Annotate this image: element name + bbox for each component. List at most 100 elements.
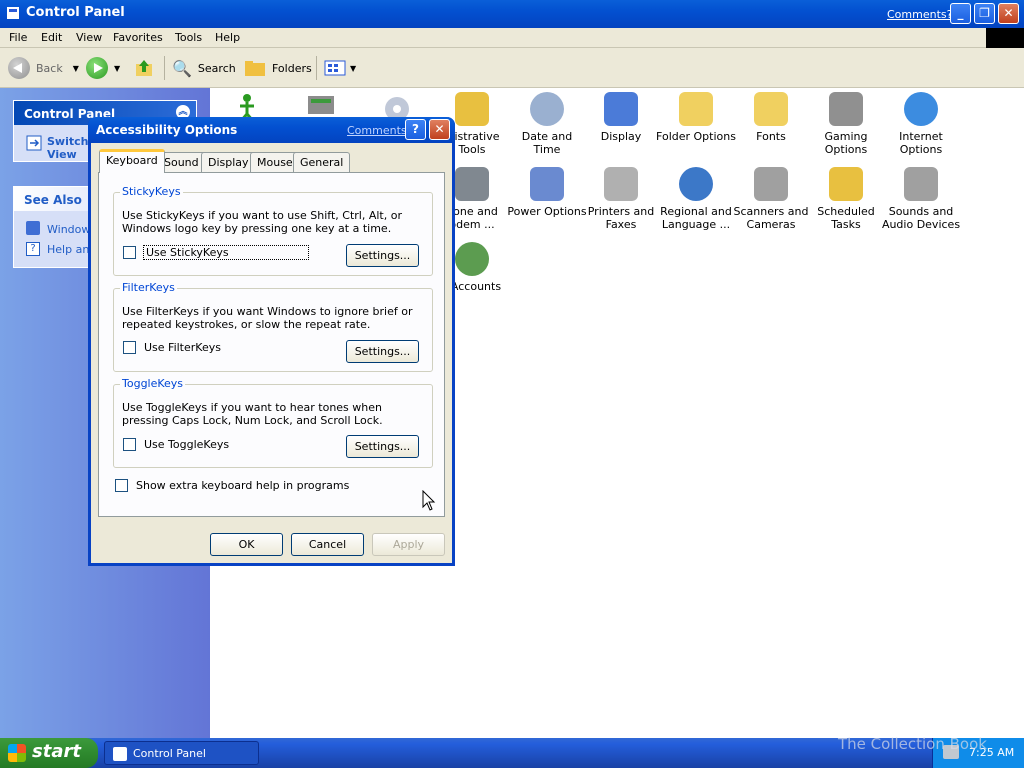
fonts-icon-item[interactable]: Fonts [731, 92, 811, 143]
scanner-camera-icon [754, 167, 788, 201]
scheduled-tasks-icon [829, 167, 863, 201]
windows-flag-icon [8, 744, 26, 762]
windows-update-icon [26, 221, 40, 235]
search-label: Search [197, 61, 236, 75]
fonts-folder-icon [754, 92, 788, 126]
search-icon: 🔍 [172, 58, 192, 78]
back-arrow-icon [8, 57, 30, 79]
stickykeys-description: Use StickyKeys if you want to use Shift,… [122, 209, 402, 235]
use-stickykeys-checkbox[interactable]: Use StickyKeys [123, 245, 309, 260]
minimize-button[interactable]: _ [950, 3, 971, 24]
up-folder-button[interactable] [134, 56, 154, 80]
add-hardware-icon[interactable] [304, 92, 338, 118]
administrative-tools-icon [455, 92, 489, 126]
chevron-down-icon[interactable]: ▼ [114, 64, 120, 73]
clock-calendar-icon [530, 92, 564, 126]
menu-edit[interactable]: Edit [41, 31, 62, 44]
folder-options-icon [679, 92, 713, 126]
dialog-titlebar[interactable]: Accessibility Options Comments? ? ✕ [88, 117, 455, 143]
accessibility-options-dialog: Accessibility Options Comments? ? ✕ Keyb… [88, 117, 455, 566]
display-icon-item[interactable]: Display [581, 92, 661, 143]
printers-and-faxes-icon-item[interactable]: Printers and Faxes [581, 167, 661, 231]
folders-icon [245, 61, 265, 76]
regional-globe-icon [679, 167, 713, 201]
back-button[interactable]: Back ▼ [8, 56, 79, 80]
stickykeys-label: StickyKeys [120, 185, 183, 198]
back-label: Back [36, 61, 63, 75]
apply-button[interactable]: Apply [372, 533, 445, 556]
tab-general[interactable]: General [293, 152, 351, 172]
switch-view-link[interactable]: Switch View [47, 135, 88, 161]
filterkeys-group: FilterKeys Use FilterKeys if you want Wi… [113, 281, 433, 372]
close-button[interactable]: ✕ [998, 3, 1019, 24]
mouse-cursor-icon [422, 490, 436, 511]
globe-icon [904, 92, 938, 126]
togglekeys-description: Use ToggleKeys if you want to hear tones… [122, 401, 383, 427]
switch-view-icon [26, 135, 42, 151]
tab-display[interactable]: Display [201, 152, 256, 172]
menu-view[interactable]: View [76, 31, 102, 44]
filterkeys-settings-button[interactable]: Settings... [346, 340, 419, 363]
user-accounts-icon [455, 242, 489, 276]
watermark: The Collection Book [838, 735, 987, 753]
forward-button[interactable]: ▼ [86, 56, 120, 80]
window-titlebar[interactable]: Control Panel Comments? _ ❐ ✕ [0, 0, 1024, 28]
dialog-comments-link[interactable]: Comments? [347, 124, 412, 137]
menu-help[interactable]: Help [215, 31, 240, 44]
menu-favorites[interactable]: Favorites [113, 31, 163, 44]
power-plug-icon [530, 167, 564, 201]
display-monitor-icon [604, 92, 638, 126]
menubar: File Edit View Favorites Tools Help [0, 28, 1024, 48]
tab-keyboard[interactable]: Keyboard [99, 149, 165, 173]
control-panel-small-icon [113, 747, 127, 761]
chevron-down-icon[interactable]: ▼ [73, 64, 79, 73]
printer-icon [604, 167, 638, 201]
gaming-options-icon-item[interactable]: Gaming Options [806, 92, 886, 156]
restore-button[interactable]: ❐ [974, 3, 995, 24]
use-togglekeys-checkbox[interactable]: Use ToggleKeys [123, 438, 229, 451]
keyboard-tab-page: StickyKeys Use StickyKeys if you want to… [98, 172, 445, 517]
search-button[interactable]: 🔍 Search [172, 56, 236, 80]
menu-file[interactable]: File [9, 31, 27, 44]
togglekeys-label: ToggleKeys [120, 377, 186, 390]
folder-options-icon-item[interactable]: Folder Options [656, 92, 736, 143]
togglekeys-group: ToggleKeys Use ToggleKeys if you want to… [113, 377, 433, 468]
scheduled-tasks-icon-item[interactable]: Scheduled Tasks [806, 167, 886, 231]
sounds-and-audio-icon-item[interactable]: Sounds and Audio Devices [881, 167, 961, 231]
folders-button[interactable]: Folders [244, 56, 312, 80]
date-and-time-icon-item[interactable]: Date and Time [507, 92, 587, 156]
stickykeys-settings-button[interactable]: Settings... [346, 244, 419, 267]
use-filterkeys-checkbox[interactable]: Use FilterKeys [123, 341, 221, 354]
taskbar-control-panel-button[interactable]: Control Panel [104, 741, 259, 765]
help-button[interactable]: ? [405, 119, 426, 140]
joystick-icon [829, 92, 863, 126]
chevron-down-icon[interactable]: ▼ [350, 64, 356, 73]
internet-options-icon-item[interactable]: Internet Options [881, 92, 961, 156]
stickykeys-group: StickyKeys Use StickyKeys if you want to… [113, 185, 433, 276]
comments-link[interactable]: Comments? [887, 8, 952, 21]
control-panel-icon [7, 7, 19, 19]
dialog-title: Accessibility Options [96, 123, 238, 137]
show-extra-keyboard-help-checkbox[interactable]: Show extra keyboard help in programs [115, 479, 349, 492]
folders-label: Folders [272, 61, 312, 75]
start-button[interactable]: start [0, 738, 98, 768]
forward-arrow-icon [86, 57, 108, 79]
power-options-icon-item[interactable]: Power Options [507, 167, 587, 218]
window-title: Control Panel [26, 5, 125, 20]
togglekeys-settings-button[interactable]: Settings... [346, 435, 419, 458]
windows-logo-icon [986, 28, 1024, 48]
speaker-icon [904, 167, 938, 201]
views-icon [324, 60, 346, 76]
phone-modem-icon [455, 167, 489, 201]
menu-tools[interactable]: Tools [175, 31, 202, 44]
filterkeys-label: FilterKeys [120, 281, 177, 294]
views-button[interactable]: ▼ [324, 56, 356, 80]
cancel-button[interactable]: Cancel [291, 533, 364, 556]
filterkeys-description: Use FilterKeys if you want Windows to ig… [122, 305, 413, 331]
help-icon: ? [26, 242, 40, 256]
up-folder-icon [136, 60, 152, 76]
regional-and-language-icon-item[interactable]: Regional and Language ... [656, 167, 736, 231]
scanners-and-cameras-icon-item[interactable]: Scanners and Cameras [731, 167, 811, 231]
ok-button[interactable]: OK [210, 533, 283, 556]
dialog-close-button[interactable]: ✕ [429, 119, 450, 140]
